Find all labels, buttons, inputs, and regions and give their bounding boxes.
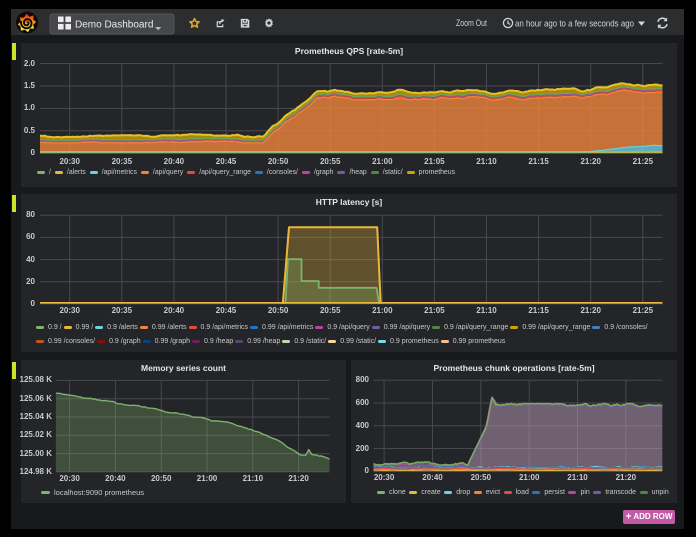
svg-text:an hour ago to a few seconds a: an hour ago to a few seconds ago bbox=[515, 19, 634, 30]
svg-text:Zoom Out: Zoom Out bbox=[456, 18, 487, 28]
svg-text:Demo Dashboard: Demo Dashboard bbox=[75, 20, 153, 31]
